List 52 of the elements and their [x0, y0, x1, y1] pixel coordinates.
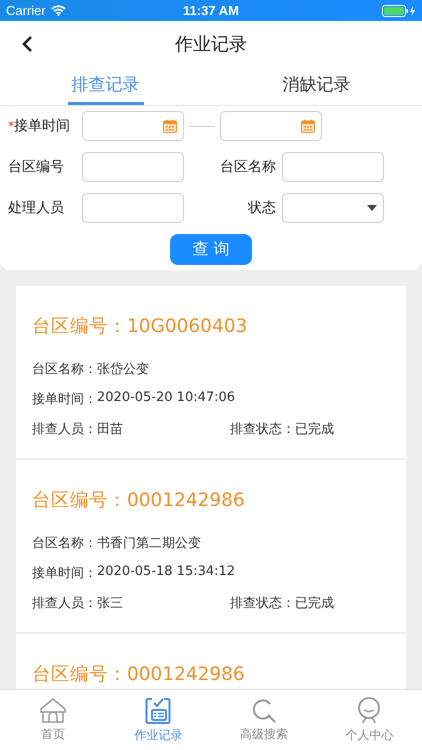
record-title: 台区编号：0001242986	[32, 489, 246, 512]
clipboard-checklist-icon	[145, 696, 172, 724]
calendar-icon[interactable]	[163, 119, 177, 133]
field-label: 接单时间	[14, 118, 70, 134]
record-title: 台区编号：10G0060403	[32, 315, 248, 338]
battery-icon	[382, 4, 416, 16]
field-label: 台区名称：	[32, 535, 97, 552]
field-label: 接单时间：	[32, 391, 97, 408]
record-card[interactable]: 台区编号：10G0060403 台区名称：张岱公变 接单时间：2020-05-20 10:47:06 排查人员：田苗 排查状态：已完成	[16, 286, 406, 458]
search-icon	[250, 697, 277, 723]
field-label: 排查人员：	[32, 421, 97, 438]
input-field[interactable]	[282, 152, 384, 182]
record-card[interactable]: 台区编号：0001242986 台区名称：书香门第二期公变 接单时间：2020-05-18 15:34:12 排查人员：张三 排查状态：已完成	[16, 460, 406, 632]
tab[interactable]: 消缺记录	[278, 67, 354, 105]
status-time: 11:37 AM	[183, 3, 239, 18]
field-label: 排查人员：	[32, 595, 97, 612]
person-icon	[356, 696, 382, 724]
date-field[interactable]	[220, 111, 322, 141]
input-field[interactable]	[82, 193, 184, 223]
field-label: 状态	[248, 200, 276, 216]
search-button[interactable]: 查 询	[170, 234, 252, 265]
field-value: 已完成	[295, 595, 334, 612]
field-value: 2020-05-20 10:47:06	[97, 390, 236, 407]
nav-tab[interactable]: 作业记录	[106, 690, 211, 750]
carrier-name: Carrier	[6, 3, 46, 18]
wifi-icon	[50, 5, 66, 16]
record-title: 台区编号：0001242986	[32, 663, 246, 686]
page-title: 作业记录	[175, 33, 247, 56]
nav-tab[interactable]: 高级搜索	[211, 690, 316, 750]
field-value: 张三	[97, 595, 123, 612]
field-label: 处理人员	[8, 200, 64, 216]
nav-tab[interactable]: 个人中心	[316, 690, 422, 750]
field-label: 排查状态：	[230, 595, 295, 612]
dropdown-caret-icon	[367, 205, 377, 211]
record-card[interactable]: 台区编号：0001242986	[16, 634, 406, 689]
field-value: 已完成	[295, 421, 334, 438]
required-mark: *	[8, 119, 14, 133]
field-value: 书香门第二期公变	[97, 535, 201, 552]
nav-tab[interactable]: 首页	[0, 690, 106, 750]
input-field[interactable]	[82, 152, 184, 182]
field-value: 张岱公变	[97, 361, 149, 378]
status-select[interactable]	[282, 193, 384, 223]
calendar-icon[interactable]	[301, 119, 315, 133]
field-value: 田苗	[97, 421, 123, 438]
field-label: 接单时间：	[32, 565, 97, 582]
field-label: 台区编号	[8, 159, 64, 175]
field-label: 台区名称	[220, 159, 276, 175]
home-icon	[38, 697, 67, 723]
date-field[interactable]	[82, 111, 184, 141]
field-label: 台区名称：	[32, 361, 97, 378]
field-value: 2020-05-18 15:34:12	[97, 564, 236, 581]
field-label: 排查状态：	[230, 421, 295, 438]
